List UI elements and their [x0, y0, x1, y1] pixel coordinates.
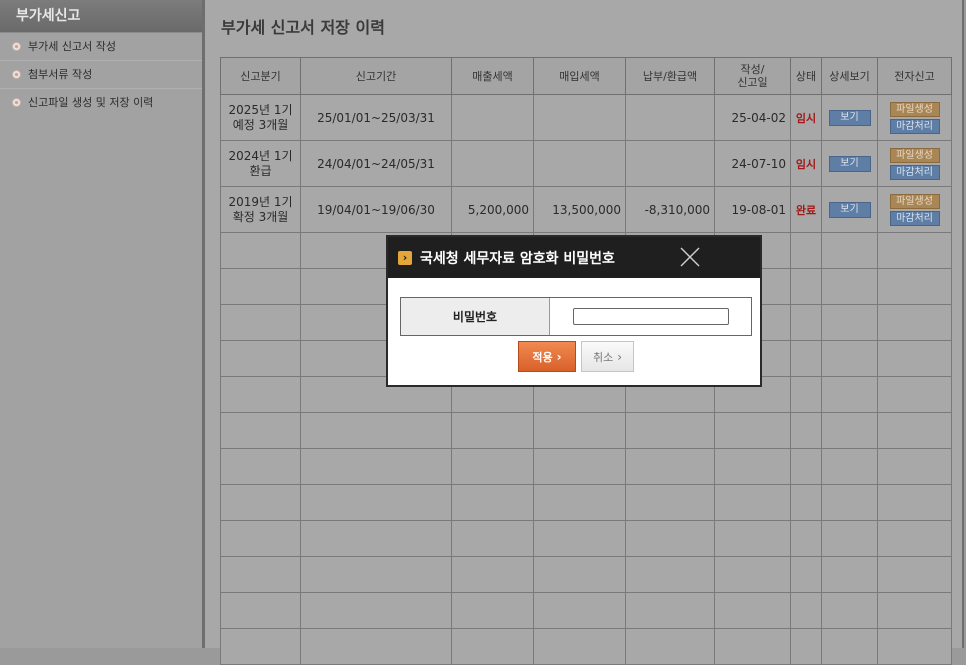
- sidebar: 부가세신고 부가세 신고서 작성 첨부서류 작성 신고파일 생성 및 저장 이력: [0, 0, 202, 648]
- create-file-button[interactable]: 파일생성: [889, 193, 940, 209]
- col-header-quarter: 신고분기: [220, 57, 301, 95]
- empty-row: [220, 448, 952, 485]
- cell-efiling: 파일생성 마감처리: [877, 140, 952, 187]
- cell-period: 25/01/01~25/03/31: [300, 94, 452, 141]
- table-row: 2019년 1기 확정 3개월 19/04/01~19/06/30 5,200,…: [220, 186, 952, 233]
- cell-quarter: 2019년 1기 확정 3개월: [220, 186, 301, 233]
- page-title: 부가세 신고서 저장 이력: [221, 18, 385, 37]
- col-header-period: 신고기간: [300, 57, 452, 95]
- cell-sales-tax: [451, 94, 534, 141]
- cell-period: 19/04/01~19/06/30: [300, 186, 452, 233]
- cell-efiling: 파일생성 마감처리: [877, 186, 952, 233]
- create-file-button[interactable]: 파일생성: [889, 101, 940, 117]
- quarter-type: 확정 3개월: [232, 209, 289, 224]
- cell-sales-tax: 5,200,000: [451, 186, 534, 233]
- cell-net-amount: [625, 140, 715, 187]
- cell-date: 19-08-01: [714, 186, 791, 233]
- empty-row: [220, 628, 952, 665]
- cell-purchase-tax: [533, 140, 626, 187]
- col-header-net-amount: 납부/환급액: [625, 57, 715, 95]
- cell-period: 24/04/01~24/05/31: [300, 140, 452, 187]
- cancel-button[interactable]: 취소 ›: [581, 341, 634, 372]
- password-cell: [550, 298, 751, 335]
- col-header-status: 상태: [790, 57, 822, 95]
- col-header-purchase-tax: 매입세액: [533, 57, 626, 95]
- quarter-year: 2019년 1기: [228, 194, 293, 209]
- sidebar-item-label: 신고파일 생성 및 저장 이력: [28, 96, 154, 109]
- col-header-view: 상세보기: [821, 57, 878, 95]
- password-dialog: › 국세청 세무자료 암호화 비밀번호 비밀번호 적용 › 취소 ›: [386, 235, 762, 387]
- view-button[interactable]: 보기: [828, 156, 871, 172]
- cell-date: 25-04-02: [714, 94, 791, 141]
- close-icon[interactable]: [678, 245, 702, 269]
- close-filing-button[interactable]: 마감처리: [889, 210, 940, 226]
- password-label: 비밀번호: [401, 298, 550, 335]
- empty-row: [220, 520, 952, 557]
- bullet-icon: [12, 42, 21, 51]
- dialog-header: › 국세청 세무자료 암호화 비밀번호: [388, 237, 760, 278]
- col-header-sales-tax: 매출세액: [451, 57, 534, 95]
- status-badge: 완료: [790, 186, 822, 233]
- sidebar-item-vat-report[interactable]: 부가세 신고서 작성: [0, 33, 202, 61]
- col-header-efiling: 전자신고: [877, 57, 952, 95]
- empty-row: [220, 484, 952, 521]
- quarter-type: 예정 3개월: [232, 117, 289, 132]
- password-input[interactable]: [572, 308, 729, 325]
- sidebar-item-attachments[interactable]: 첨부서류 작성: [0, 61, 202, 89]
- close-filing-button[interactable]: 마감처리: [889, 164, 940, 180]
- cell-date: 24-07-10: [714, 140, 791, 187]
- empty-row: [220, 592, 952, 629]
- cell-sales-tax: [451, 140, 534, 187]
- view-button[interactable]: 보기: [828, 110, 871, 126]
- cell-net-amount: [625, 94, 715, 141]
- table-row: 2025년 1기 예정 3개월 25/01/01~25/03/31 25-04-…: [220, 94, 952, 141]
- empty-row: [220, 556, 952, 593]
- create-file-button[interactable]: 파일생성: [889, 147, 940, 163]
- quarter-type: 환급: [249, 163, 272, 178]
- quarter-year: 2024년 1기: [228, 148, 293, 163]
- col-header-date: 작성/ 신고일: [714, 57, 791, 95]
- sidebar-item-label: 첨부서류 작성: [28, 68, 93, 81]
- cell-efiling: 파일생성 마감처리: [877, 94, 952, 141]
- close-filing-button[interactable]: 마감처리: [889, 118, 940, 134]
- cell-net-amount: -8,310,000: [625, 186, 715, 233]
- empty-row: [220, 412, 952, 449]
- dialog-title: 국세청 세무자료 암호화 비밀번호: [420, 250, 615, 267]
- password-form: 비밀번호: [400, 297, 752, 336]
- cell-purchase-tax: 13,500,000: [533, 186, 626, 233]
- cell-quarter: 2024년 1기 환급: [220, 140, 301, 187]
- sidebar-item-label: 부가세 신고서 작성: [28, 40, 116, 53]
- quarter-year: 2025년 1기: [228, 102, 293, 117]
- chevron-right-icon: ›: [556, 349, 562, 364]
- cancel-label: 취소: [592, 350, 614, 364]
- cell-view: 보기: [821, 140, 878, 187]
- table-header: 신고분기 신고기간 매출세액 매입세액 납부/환급액 작성/ 신고일 상태 상세…: [220, 57, 952, 95]
- cell-view: 보기: [821, 186, 878, 233]
- table-row: 2024년 1기 환급 24/04/01~24/05/31 24-07-10 임…: [220, 140, 952, 187]
- arrow-right-icon: ›: [398, 250, 412, 265]
- bullet-icon: [12, 70, 21, 79]
- chevron-right-icon: ›: [617, 349, 623, 364]
- apply-button[interactable]: 적용 ›: [518, 341, 576, 372]
- status-badge: 임시: [790, 94, 822, 141]
- sidebar-title: 부가세신고: [0, 0, 202, 33]
- sidebar-item-file-history[interactable]: 신고파일 생성 및 저장 이력: [0, 89, 202, 116]
- bullet-icon: [12, 98, 21, 107]
- cell-view: 보기: [821, 94, 878, 141]
- view-button[interactable]: 보기: [828, 202, 871, 218]
- status-badge: 임시: [790, 140, 822, 187]
- cell-quarter: 2025년 1기 예정 3개월: [220, 94, 301, 141]
- apply-label: 적용: [532, 350, 553, 364]
- cell-purchase-tax: [533, 94, 626, 141]
